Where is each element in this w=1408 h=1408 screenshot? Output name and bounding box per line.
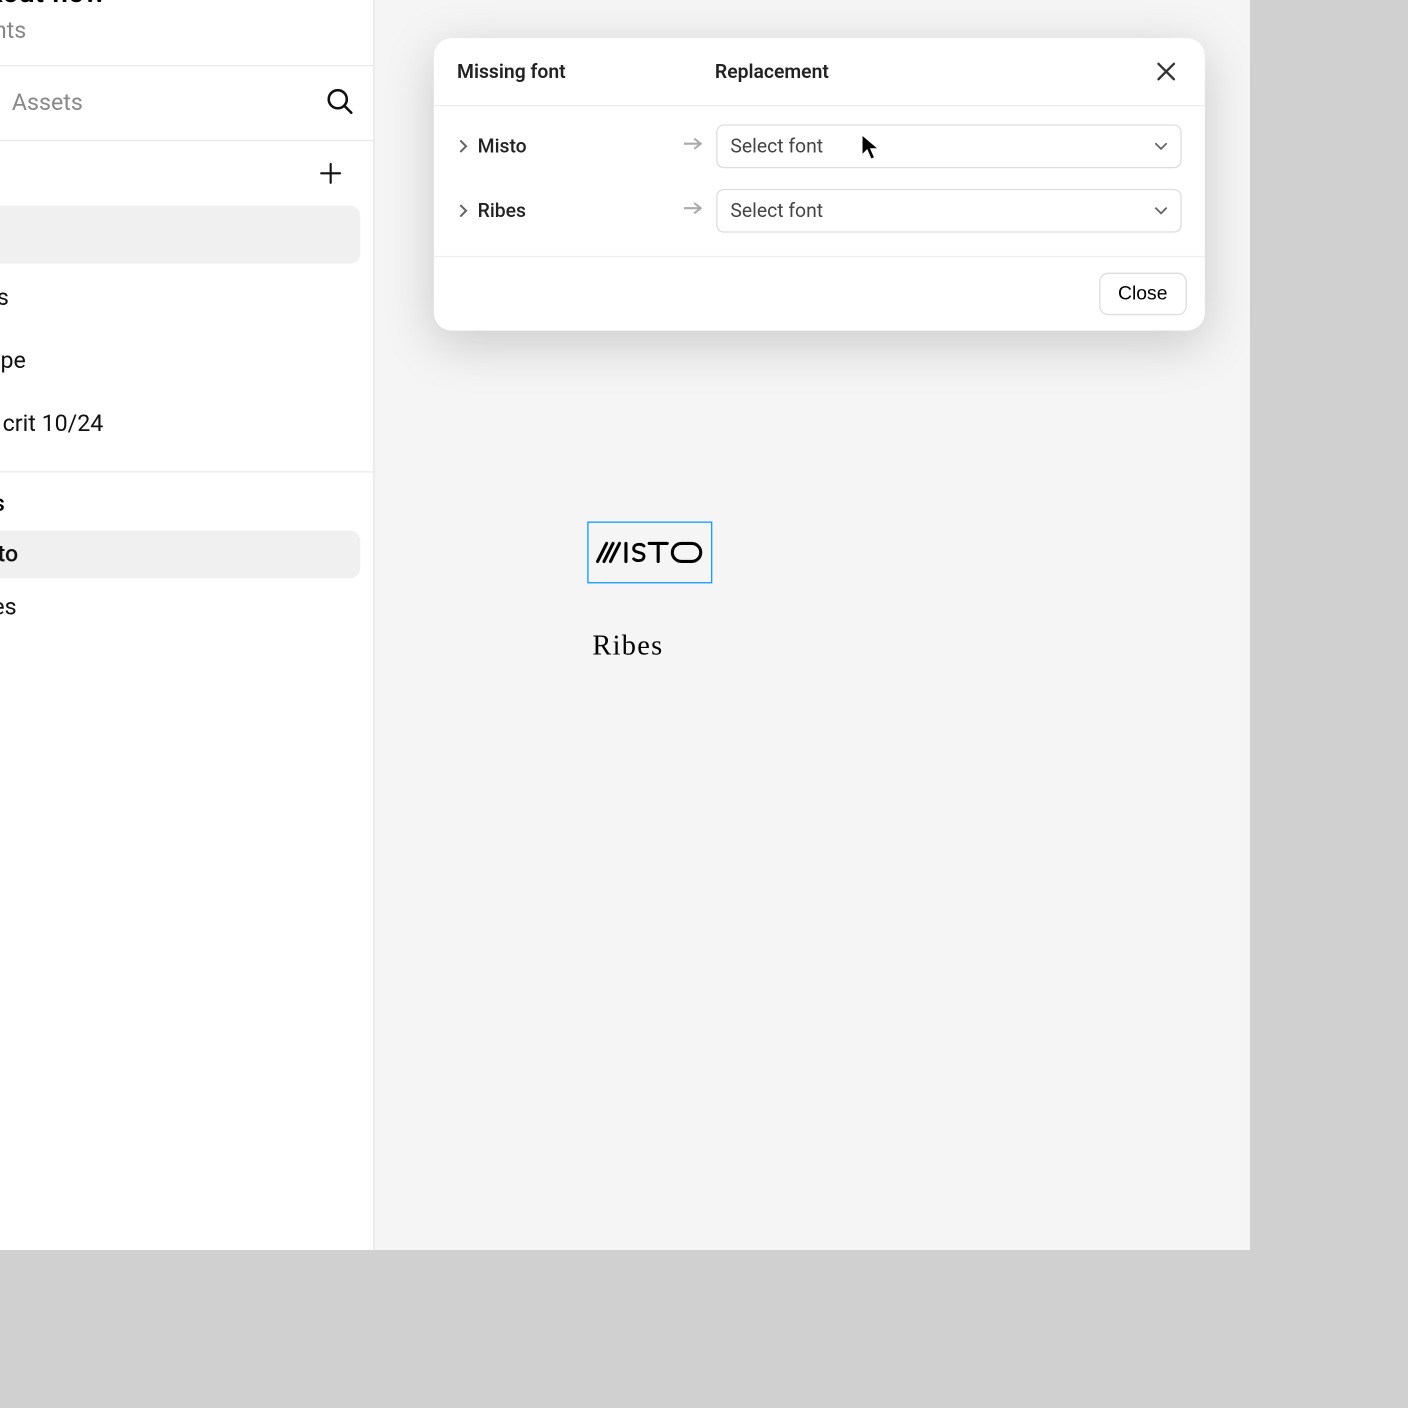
plus-icon	[316, 159, 344, 187]
tab-assets[interactable]: Assets	[0, 79, 101, 127]
file-title[interactable]: Checkout flow	[0, 0, 345, 10]
canvas-text-ribes[interactable]: Ribes	[592, 629, 663, 663]
font-name-expand[interactable]: Misto	[457, 135, 683, 158]
font-name-expand[interactable]: Ribes	[457, 199, 683, 222]
dialog-close-confirm[interactable]: Close	[1099, 273, 1187, 316]
layers-heading: Layers	[0, 491, 5, 518]
search-button[interactable]	[324, 85, 355, 121]
chevron-down-icon	[1155, 199, 1168, 222]
chevron-down-icon	[118, 0, 136, 3]
page-item-cover[interactable]: Cover	[0, 206, 360, 264]
layers-section: Layers T Misto T Ribes	[0, 471, 373, 649]
font-name-label: Misto	[478, 135, 527, 158]
project-name[interactable]: Payments	[0, 17, 345, 44]
page-item-prototype[interactable]: Prototype	[0, 332, 360, 390]
chevron-right-icon	[457, 140, 470, 153]
font-name-label: Ribes	[478, 199, 526, 222]
page-item-design-crit[interactable]: Design crit 10/24	[0, 395, 360, 453]
select-placeholder: Select font	[730, 135, 823, 158]
arrow-right-icon	[683, 200, 704, 221]
file-title-text: Checkout flow	[0, 0, 105, 10]
canvas-text-misto[interactable]	[587, 522, 712, 584]
search-icon	[324, 85, 355, 116]
replacement-select[interactable]: Select font	[716, 124, 1181, 168]
layer-item-misto[interactable]: T Misto	[0, 531, 360, 579]
add-page-button[interactable]	[316, 159, 344, 193]
arrow-right-icon	[683, 136, 704, 157]
replacement-select[interactable]: Select font	[716, 189, 1181, 233]
select-placeholder: Select font	[730, 199, 823, 222]
file-title-block: Checkout flow Payments	[0, 0, 373, 65]
layer-label: Ribes	[0, 594, 17, 621]
pages-heading: Pages	[0, 162, 1, 189]
dialog-col-replacement: Replacement	[715, 60, 1151, 83]
dialog-col-missing: Missing font	[457, 60, 715, 83]
sidebar-tabs: File Assets	[0, 65, 373, 140]
pages-toggle[interactable]: Pages	[0, 162, 1, 189]
page-item-designs[interactable]: Designs	[0, 269, 360, 327]
dialog-close-button[interactable]	[1151, 56, 1182, 87]
layers-toggle[interactable]: Layers	[0, 491, 5, 518]
layer-label: Misto	[0, 541, 18, 568]
left-sidebar: A? Checkout flow Payments File Assets	[0, 0, 375, 1250]
font-row: Ribes Select font	[457, 179, 1182, 243]
chevron-right-icon	[457, 204, 470, 217]
pages-section: Pages Cover Designs Prototype Design cri…	[0, 140, 373, 471]
missing-fonts-dialog: Missing font Replacement Misto Select fo…	[434, 38, 1205, 331]
layer-item-ribes[interactable]: T Ribes	[0, 583, 360, 631]
misto-glyphs	[594, 540, 705, 566]
close-icon	[1155, 60, 1178, 83]
chevron-down-icon	[1155, 135, 1168, 158]
font-row: Misto Select font	[457, 114, 1182, 178]
